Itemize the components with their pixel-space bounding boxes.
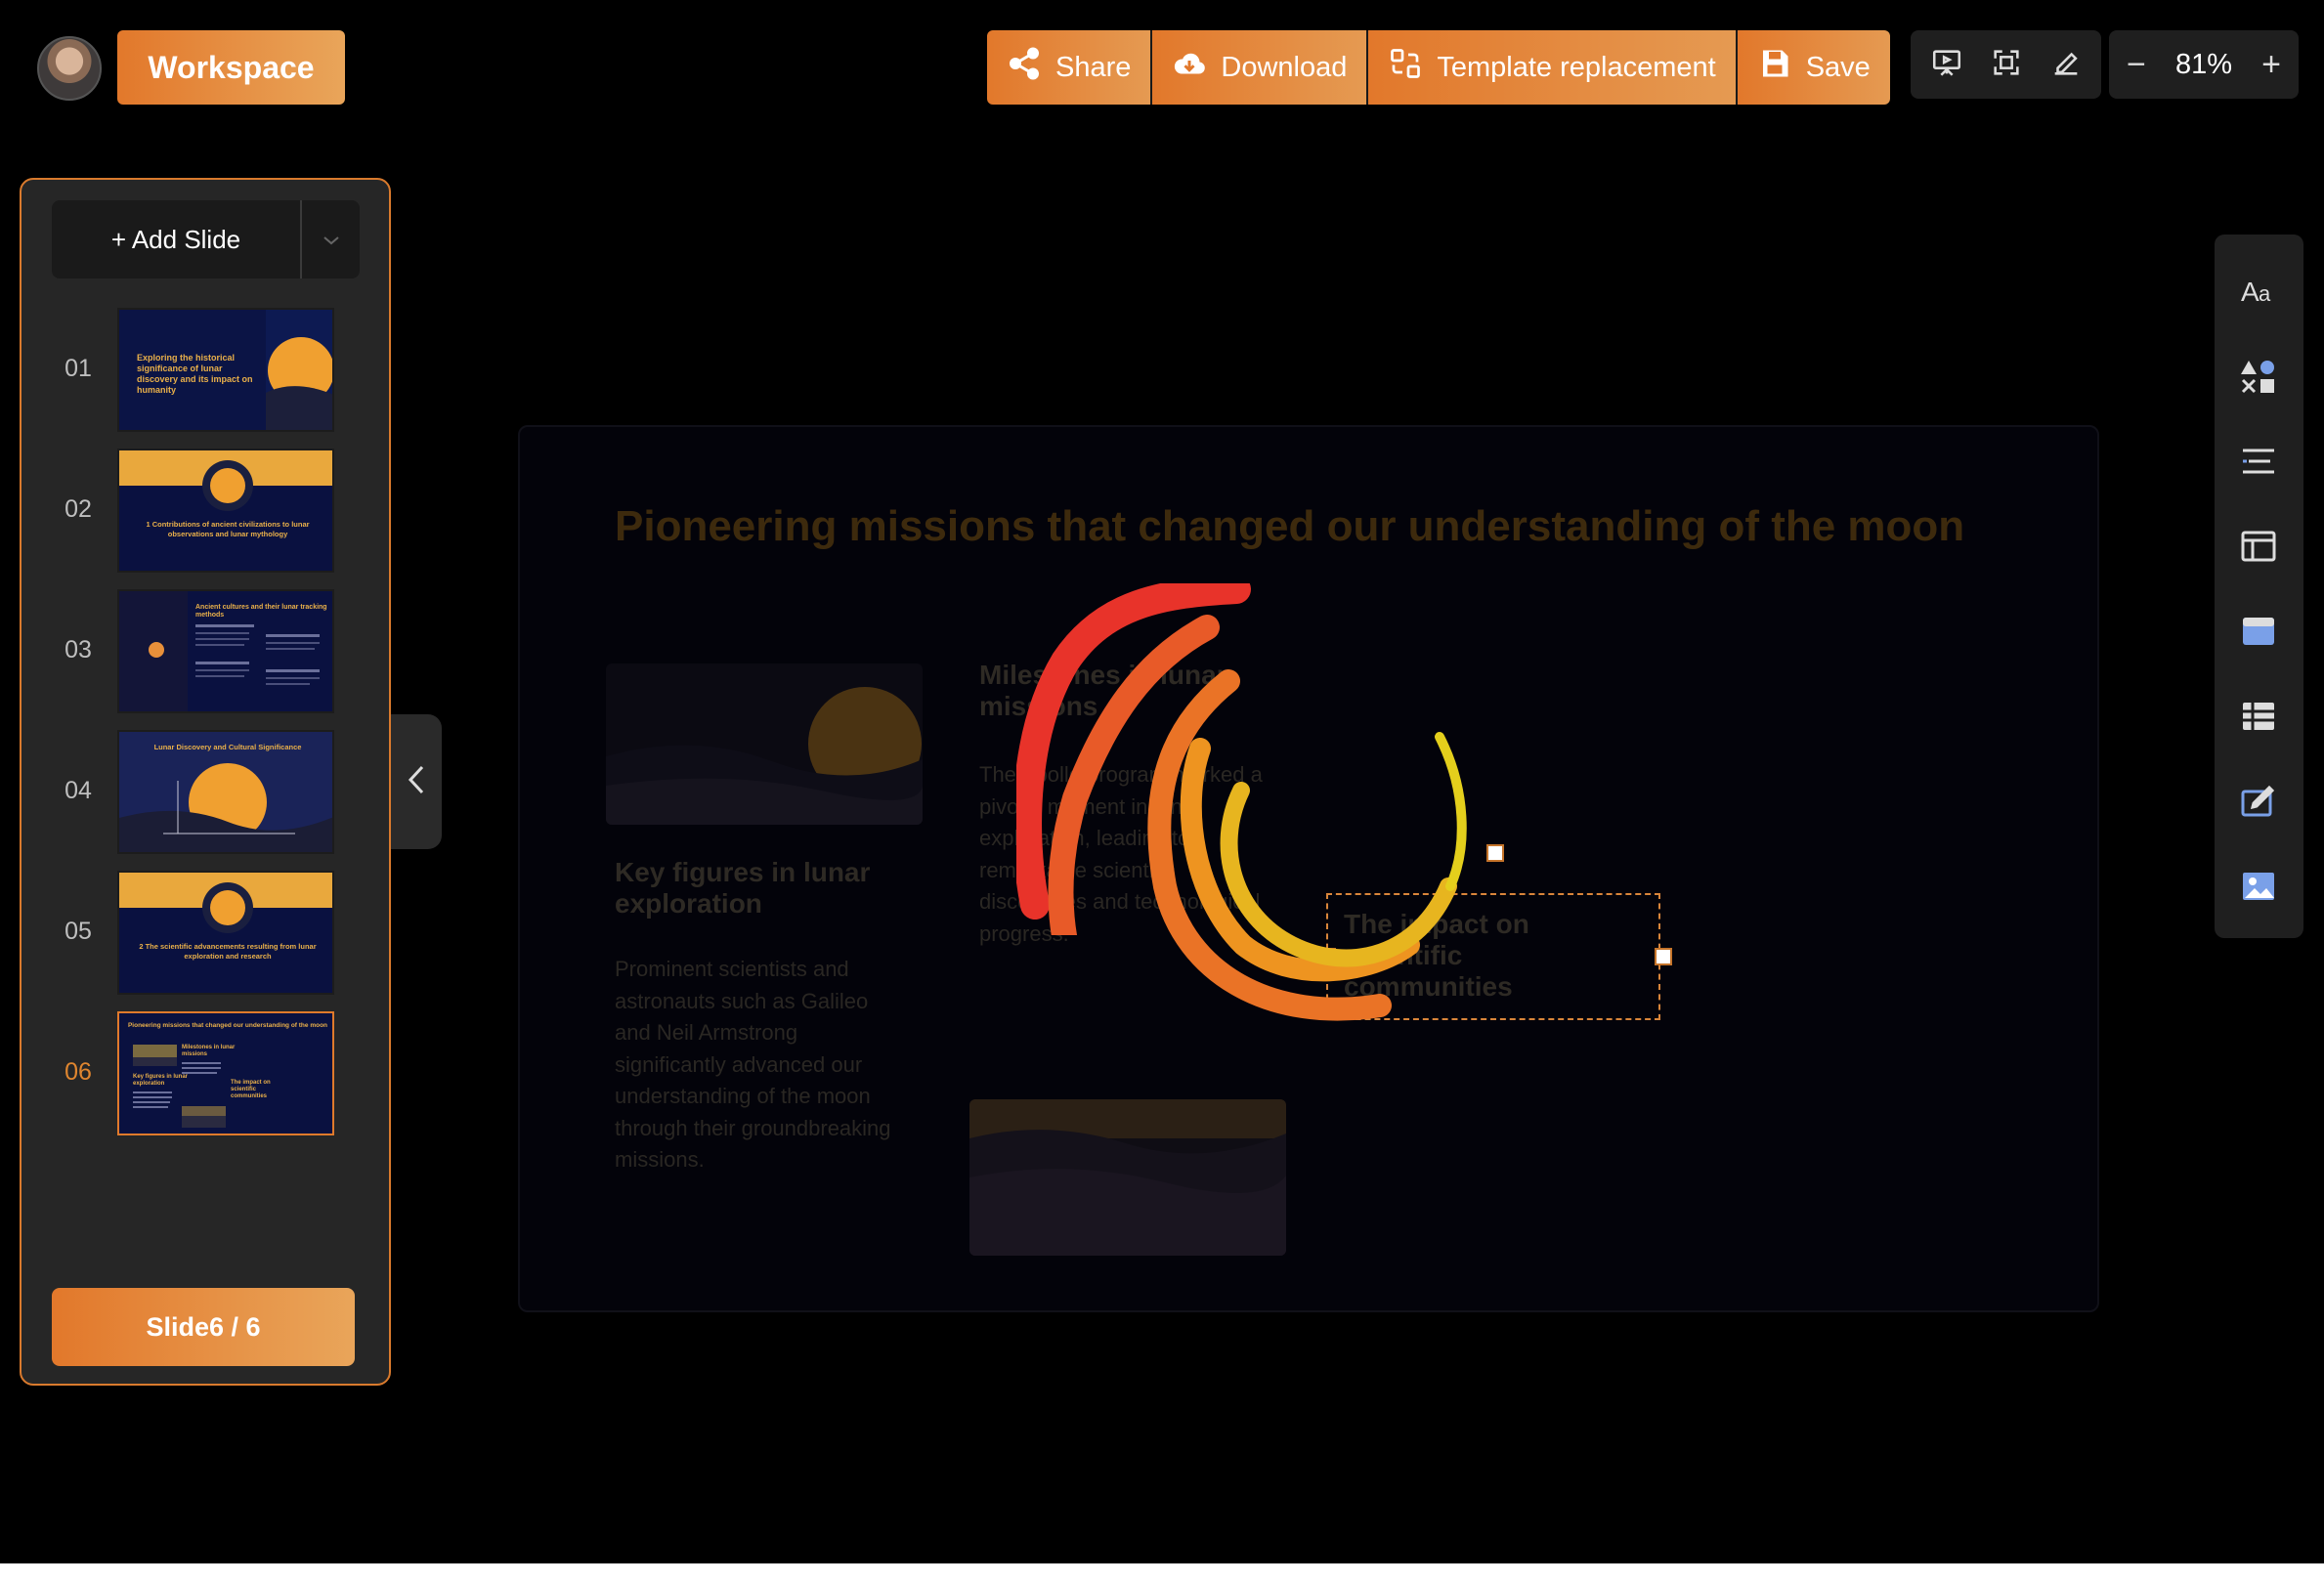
slides-panel: + Add Slide 01 Exploring the historical … — [20, 178, 391, 1386]
download-label: Download — [1221, 51, 1348, 83]
view-tools — [1911, 30, 2101, 99]
slide-number: 01 — [65, 355, 92, 382]
svg-text:communities: communities — [231, 1093, 268, 1099]
slide-thumbnail[interactable]: Lunar Discovery and Cultural Significanc… — [117, 730, 334, 854]
svg-text:Milestones in lunar: Milestones in lunar — [182, 1045, 236, 1050]
share-button[interactable]: Share — [987, 30, 1153, 105]
zoom-value: 81% — [2174, 48, 2233, 80]
resize-handle-right[interactable] — [1655, 948, 1672, 965]
template-swap-icon — [1388, 46, 1423, 89]
moon-landscape-image[interactable] — [606, 663, 923, 825]
loading-spinner-inner — [1147, 669, 1467, 1021]
slide-number: 03 — [65, 636, 92, 663]
user-avatar[interactable] — [37, 36, 102, 101]
shapes-icon[interactable] — [2236, 354, 2281, 399]
add-slide-dropdown[interactable] — [302, 200, 360, 278]
align-icon[interactable] — [2236, 439, 2281, 484]
slide-thumbnail[interactable]: 2 The scientific advancements resulting … — [117, 871, 334, 995]
moon-dunes-image[interactable] — [969, 1099, 1286, 1256]
save-button[interactable]: Save — [1737, 30, 1890, 105]
svg-text:scientific: scientific — [231, 1087, 257, 1092]
col1-heading[interactable]: Key figures in lunar exploration — [615, 857, 908, 920]
chevron-down-icon — [323, 227, 340, 252]
svg-text:A: A — [2241, 277, 2259, 307]
svg-text:The impact on: The impact on — [231, 1080, 271, 1086]
add-slide-button[interactable]: + Add Slide — [52, 200, 302, 278]
slide-counter: Slide6 / 6 — [52, 1288, 355, 1366]
slide-thumbnail[interactable]: 1 Contributions of ancient civilizations… — [117, 449, 334, 573]
slide-canvas[interactable]: Pioneering missions that changed our und… — [518, 425, 2099, 1312]
present-icon[interactable] — [1930, 46, 1963, 84]
slide-number: 02 — [65, 495, 92, 523]
svg-text:Exploring the historical: Exploring the historical — [137, 353, 235, 363]
svg-text:exploration and research: exploration and research — [184, 952, 272, 961]
slide-thumbnail[interactable]: Ancient cultures and their lunar trackin… — [117, 589, 334, 713]
editor-app: Workspace Share Download Template replac… — [0, 0, 2324, 1563]
col1-body[interactable]: Prominent scientists and astronauts such… — [615, 954, 908, 1177]
svg-text:Pioneering missions that chang: Pioneering missions that changed our und… — [128, 1022, 327, 1029]
slide-thumbnail-row[interactable]: 05 2 The scientific advancements resulti… — [22, 871, 393, 995]
svg-text:2 The scientific advancements: 2 The scientific advancements resulting … — [139, 942, 316, 951]
right-toolbar: Aa — [2215, 235, 2303, 938]
slide-number: 05 — [65, 918, 92, 945]
svg-text:a: a — [2259, 281, 2271, 306]
download-button[interactable]: Download — [1152, 30, 1369, 105]
save-label: Save — [1805, 51, 1871, 83]
slide-thumbnail-row[interactable]: 04 Lunar Discovery and Cultural Signific… — [22, 730, 393, 854]
svg-text:observations and lunar mytholo: observations and lunar mythology — [168, 530, 288, 538]
slide-thumbnail[interactable]: Exploring the historical significance of… — [117, 308, 334, 432]
slide-thumbnail-row[interactable]: 03 Ancient cultures and their lunar trac… — [22, 589, 393, 713]
svg-text:Ancient cultures and their lun: Ancient cultures and their lunar trackin… — [195, 604, 327, 611]
svg-text:Lunar Discovery and Cultural S: Lunar Discovery and Cultural Significanc… — [154, 743, 302, 751]
cloud-download-icon — [1172, 46, 1207, 89]
table-icon[interactable] — [2236, 694, 2281, 739]
edit-icon[interactable] — [2236, 779, 2281, 824]
zoom-control: − 81% + — [2109, 30, 2299, 99]
save-icon — [1757, 46, 1792, 89]
svg-text:1 Contributions of ancient civ: 1 Contributions of ancient civilizations… — [146, 520, 309, 529]
fullscreen-icon[interactable] — [1990, 46, 2023, 84]
card-icon[interactable] — [2236, 609, 2281, 654]
chevron-left-icon — [406, 763, 427, 801]
svg-text:humanity: humanity — [137, 385, 176, 395]
slide-thumbnail-row-active[interactable]: 06 Pioneering missions that changed our … — [22, 1011, 393, 1135]
svg-text:discovery and its impact on: discovery and its impact on — [137, 374, 253, 384]
share-icon — [1007, 46, 1042, 89]
zoom-out-button[interactable]: − — [2127, 46, 2146, 84]
slide-title[interactable]: Pioneering missions that changed our und… — [615, 502, 1964, 551]
svg-text:methods: methods — [195, 612, 224, 619]
svg-text:significance of lunar: significance of lunar — [137, 364, 223, 373]
slide-number: 06 — [65, 1058, 92, 1086]
slide-thumbnail-row[interactable]: 02 1 Contributions of ancient civilizati… — [22, 449, 393, 573]
share-label: Share — [1055, 51, 1132, 83]
slide-number: 04 — [65, 777, 92, 804]
text-icon[interactable]: Aa — [2236, 269, 2281, 314]
layout-icon[interactable] — [2236, 524, 2281, 569]
svg-text:Key figures in lunar: Key figures in lunar — [133, 1074, 189, 1080]
collapse-panel-button[interactable] — [391, 714, 442, 849]
template-label: Template replacement — [1437, 51, 1716, 83]
header-actions: Share Download Template replacement Save — [987, 30, 1890, 105]
svg-text:missions: missions — [182, 1051, 208, 1057]
image-icon[interactable] — [2236, 864, 2281, 909]
template-replacement-button[interactable]: Template replacement — [1368, 30, 1738, 105]
zoom-in-button[interactable]: + — [2261, 46, 2281, 84]
slide-thumbnail-active[interactable]: Pioneering missions that changed our und… — [117, 1011, 334, 1135]
slide-thumbnail-row[interactable]: 01 Exploring the historical significance… — [22, 308, 393, 432]
pen-icon[interactable] — [2049, 46, 2083, 84]
svg-text:exploration: exploration — [133, 1081, 165, 1087]
workspace-button[interactable]: Workspace — [117, 30, 345, 105]
add-slide-control: + Add Slide — [52, 200, 360, 278]
